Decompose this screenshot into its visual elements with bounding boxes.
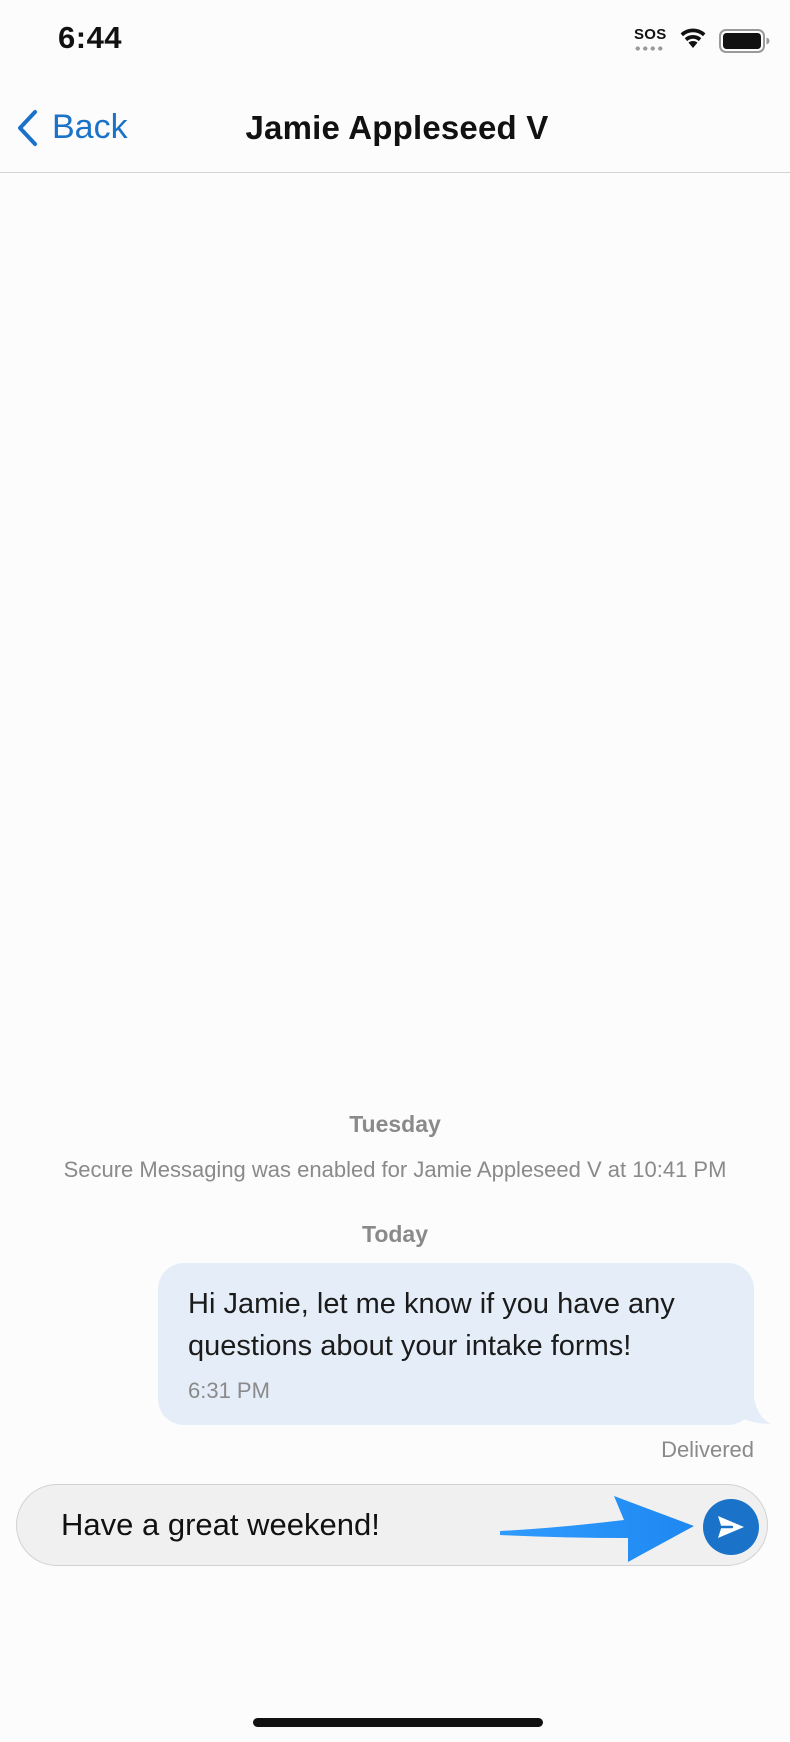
message-bubble[interactable]: Hi Jamie, let me know if you have any qu…	[158, 1263, 754, 1425]
send-button[interactable]	[703, 1499, 759, 1555]
conversation-title: Jamie Appleseed V	[0, 109, 790, 147]
system-note: Secure Messaging was enabled for Jamie A…	[63, 1157, 727, 1182]
message-text: Hi Jamie, let me know if you have any qu…	[188, 1288, 675, 1362]
sos-indicator: SOS	[634, 26, 667, 43]
wifi-icon	[680, 28, 706, 48]
day-separator-tuesday: Tuesday	[349, 1111, 441, 1137]
home-indicator	[253, 1718, 543, 1727]
message-time: 6:31 PM	[188, 1378, 270, 1403]
status-bar: 6:44 SOS	[0, 0, 790, 80]
conversation-title-text: Jamie Appleseed V	[245, 109, 549, 146]
day-separator-today: Today	[361, 1221, 429, 1247]
navigation-bar: Back Jamie Appleseed V	[0, 80, 790, 173]
battery-icon	[719, 29, 770, 53]
paper-plane-icon	[718, 1516, 744, 1538]
delivery-status: Delivered	[661, 1437, 754, 1462]
status-time: 6:44	[58, 20, 123, 55]
annotation-arrow-icon	[500, 1496, 694, 1562]
signal-dots-icon	[634, 46, 664, 51]
